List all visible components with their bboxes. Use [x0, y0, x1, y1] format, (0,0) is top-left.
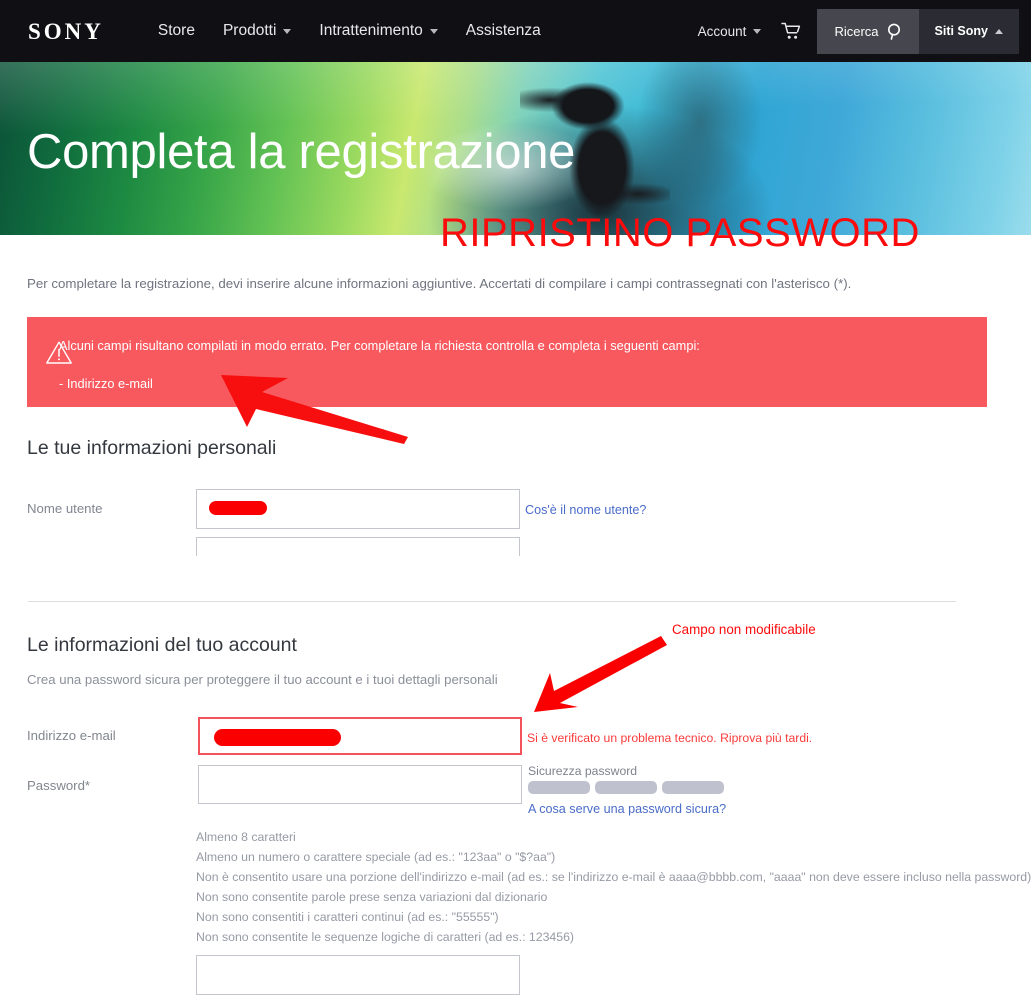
password-rule: Non è consentito usare una porzione dell…: [196, 870, 1031, 884]
search-button-label: Ricerca: [834, 23, 879, 39]
nav-right-cluster: Account Ricerca Siti Sony: [688, 0, 1031, 62]
username-help-link[interactable]: Cos'è il nome utente?: [525, 504, 646, 517]
account-menu[interactable]: Account: [688, 24, 772, 39]
nav-item-store[interactable]: Store: [144, 22, 209, 40]
password-strength-segment: [662, 781, 724, 794]
shopping-cart-icon[interactable]: [781, 22, 801, 40]
nav-item-intrattenimento[interactable]: Intrattenimento: [305, 22, 451, 40]
sony-sites-label: Siti Sony: [934, 24, 988, 38]
password-rule: Non sono consentite le sequenze logiche …: [196, 930, 575, 944]
account-menu-label: Account: [697, 23, 747, 39]
error-banner-message: Alcuni campi risultano compilati in modo…: [59, 338, 700, 353]
error-banner-item: - Indirizzo e-mail: [59, 376, 153, 391]
nav-item-assistenza[interactable]: Assistenza: [452, 22, 555, 40]
account-section-title: Le informazioni del tuo account: [27, 634, 297, 656]
password-rule: Almeno 8 caratteri: [196, 830, 296, 844]
nav-item-prodotti[interactable]: Prodotti: [209, 22, 305, 40]
top-navigation-bar: SONY Store Prodotti Intrattenimento Assi…: [0, 0, 1031, 62]
account-section-subtitle: Crea una password sicura per proteggere …: [27, 672, 498, 687]
chevron-down-icon: [283, 28, 292, 34]
chevron-down-icon: [429, 28, 438, 34]
confirm-password-input[interactable]: [196, 955, 520, 995]
password-rule: Non sono consentite parole prese senza v…: [196, 890, 548, 904]
email-input[interactable]: [198, 717, 522, 755]
nav-item-assistenza-label: Assistenza: [465, 22, 541, 39]
password-strength-segment: [528, 781, 590, 794]
email-label: Indirizzo e-mail: [27, 728, 116, 743]
nav-item-prodotti-label: Prodotti: [222, 22, 277, 39]
chevron-up-icon: [995, 28, 1003, 34]
personal-section-title: Le tue informazioni personali: [27, 437, 277, 459]
error-banner: [27, 317, 987, 407]
annotation-headline: RIPRISTINO PASSWORD: [440, 211, 920, 255]
main-nav-links: Store Prodotti Intrattenimento Assistenz…: [144, 22, 555, 40]
chevron-down-icon: [753, 28, 762, 34]
password-rule: Non sono consentiti i caratteri continui…: [196, 910, 499, 924]
intro-text: Per completare la registrazione, devi in…: [27, 276, 852, 291]
annotation-field-note: Campo non modificabile: [672, 622, 816, 637]
password-strength-label: Sicurezza password: [528, 764, 638, 778]
section-divider: [28, 601, 956, 602]
nav-item-intrattenimento-label: Intrattenimento: [319, 22, 423, 39]
username-input[interactable]: [196, 489, 520, 529]
username-redaction-mark: [209, 501, 267, 515]
password-help-link[interactable]: A cosa serve una password sicura?: [528, 803, 726, 816]
password-label: Password*: [27, 778, 91, 793]
email-error-message: Si è verificato un problema tecnico. Rip…: [527, 731, 813, 745]
password-rule: Almeno un numero o carattere speciale (a…: [196, 850, 556, 864]
search-button[interactable]: Ricerca: [817, 8, 919, 54]
search-icon: [887, 23, 900, 40]
annotation-arrow-to-email-field: [534, 636, 667, 712]
email-redaction-mark: [214, 729, 341, 746]
password-input[interactable]: [198, 765, 522, 804]
page-title: Completa la registrazione: [27, 125, 576, 179]
section-gap-mask: [0, 556, 1031, 602]
password-strength-segment: [595, 781, 657, 794]
username-label: Nome utente: [27, 501, 103, 516]
sony-sites-button[interactable]: Siti Sony: [918, 8, 1019, 54]
sony-logo[interactable]: SONY: [28, 20, 104, 43]
nav-item-store-label: Store: [157, 22, 195, 39]
